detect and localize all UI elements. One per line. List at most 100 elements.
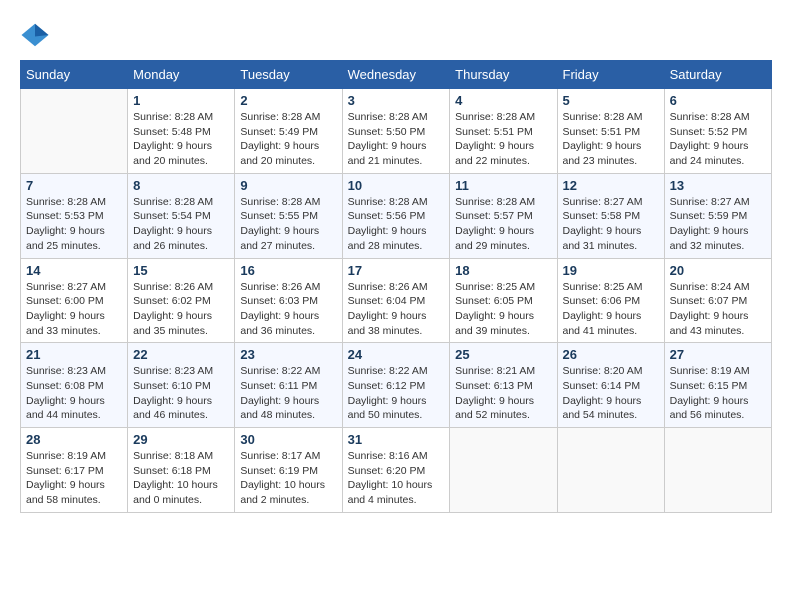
day-number: 25	[455, 347, 551, 362]
calendar-cell: 8 Sunrise: 8:28 AMSunset: 5:54 PMDaylight…	[128, 173, 235, 258]
day-number: 31	[348, 432, 445, 447]
header	[20, 20, 772, 50]
calendar-cell: 18 Sunrise: 8:25 AMSunset: 6:05 PMDayligh…	[450, 258, 557, 343]
day-info: Sunrise: 8:28 AMSunset: 5:56 PMDaylight:…	[348, 195, 445, 254]
day-number: 11	[455, 178, 551, 193]
header-cell-tuesday: Tuesday	[235, 61, 342, 89]
day-number: 16	[240, 263, 336, 278]
calendar-week-row: 21Sunrise: 8:23 AMSunset: 6:08 PMDayligh…	[21, 343, 772, 428]
day-number: 8	[133, 178, 229, 193]
header-cell-wednesday: Wednesday	[342, 61, 450, 89]
logo	[20, 20, 52, 50]
day-info: Sunrise: 8:22 AMSunset: 6:12 PMDaylight:…	[348, 364, 445, 423]
day-info: Sunrise: 8:19 AMSunset: 6:17 PMDaylight:…	[26, 449, 122, 508]
day-number: 18	[455, 263, 551, 278]
calendar-header-row: SundayMondayTuesdayWednesdayThursdayFrid…	[21, 61, 772, 89]
calendar-cell: 11 Sunrise: 8:28 AMSunset: 5:57 PMDayligh…	[450, 173, 557, 258]
day-number: 19	[563, 263, 659, 278]
day-info: Sunrise: 8:27 AMSunset: 5:59 PMDaylight:…	[670, 195, 766, 254]
day-number: 21	[26, 347, 122, 362]
day-info: Sunrise: 8:28 AMSunset: 5:57 PMDaylight:…	[455, 195, 551, 254]
day-number: 12	[563, 178, 659, 193]
day-info: Sunrise: 8:28 AMSunset: 5:53 PMDaylight:…	[26, 195, 122, 254]
logo-icon	[20, 20, 50, 50]
calendar-cell: 25Sunrise: 8:21 AMSunset: 6:13 PMDayligh…	[450, 343, 557, 428]
day-number: 30	[240, 432, 336, 447]
calendar-cell	[450, 428, 557, 513]
day-number: 27	[670, 347, 766, 362]
day-number: 7	[26, 178, 122, 193]
calendar-cell: 1 Sunrise: 8:28 AMSunset: 5:48 PMDaylight…	[128, 89, 235, 174]
calendar-cell: 24 Sunrise: 8:22 AMSunset: 6:12 PMDayligh…	[342, 343, 450, 428]
day-number: 15	[133, 263, 229, 278]
day-number: 2	[240, 93, 336, 108]
calendar-cell: 27 Sunrise: 8:19 AMSunset: 6:15 PMDayligh…	[664, 343, 771, 428]
day-info: Sunrise: 8:28 AMSunset: 5:48 PMDaylight:…	[133, 110, 229, 169]
day-number: 28	[26, 432, 122, 447]
day-number: 23	[240, 347, 336, 362]
day-number: 20	[670, 263, 766, 278]
day-number: 14	[26, 263, 122, 278]
day-number: 6	[670, 93, 766, 108]
calendar-cell: 17 Sunrise: 8:26 AMSunset: 6:04 PMDayligh…	[342, 258, 450, 343]
day-info: Sunrise: 8:18 AMSunset: 6:18 PMDaylight:…	[133, 449, 229, 508]
calendar-cell: 28 Sunrise: 8:19 AMSunset: 6:17 PMDayligh…	[21, 428, 128, 513]
day-info: Sunrise: 8:19 AMSunset: 6:15 PMDaylight:…	[670, 364, 766, 423]
day-info: Sunrise: 8:25 AMSunset: 6:05 PMDaylight:…	[455, 280, 551, 339]
day-number: 29	[133, 432, 229, 447]
day-number: 10	[348, 178, 445, 193]
calendar-cell: 23 Sunrise: 8:22 AMSunset: 6:11 PMDayligh…	[235, 343, 342, 428]
header-cell-saturday: Saturday	[664, 61, 771, 89]
calendar-week-row: 1 Sunrise: 8:28 AMSunset: 5:48 PMDaylight…	[21, 89, 772, 174]
day-info: Sunrise: 8:23 AMSunset: 6:10 PMDaylight:…	[133, 364, 229, 423]
calendar-week-row: 14 Sunrise: 8:27 AMSunset: 6:00 PMDayligh…	[21, 258, 772, 343]
day-info: Sunrise: 8:28 AMSunset: 5:51 PMDaylight:…	[563, 110, 659, 169]
day-number: 1	[133, 93, 229, 108]
day-info: Sunrise: 8:26 AMSunset: 6:02 PMDaylight:…	[133, 280, 229, 339]
calendar-cell: 16Sunrise: 8:26 AMSunset: 6:03 PMDayligh…	[235, 258, 342, 343]
day-info: Sunrise: 8:27 AMSunset: 6:00 PMDaylight:…	[26, 280, 122, 339]
calendar-cell: 19 Sunrise: 8:25 AMSunset: 6:06 PMDayligh…	[557, 258, 664, 343]
day-info: Sunrise: 8:24 AMSunset: 6:07 PMDaylight:…	[670, 280, 766, 339]
calendar-cell: 29 Sunrise: 8:18 AMSunset: 6:18 PMDayligh…	[128, 428, 235, 513]
day-number: 26	[563, 347, 659, 362]
calendar-cell: 9 Sunrise: 8:28 AMSunset: 5:55 PMDaylight…	[235, 173, 342, 258]
calendar-cell: 2 Sunrise: 8:28 AMSunset: 5:49 PMDaylight…	[235, 89, 342, 174]
day-number: 24	[348, 347, 445, 362]
day-number: 22	[133, 347, 229, 362]
calendar-cell: 20 Sunrise: 8:24 AMSunset: 6:07 PMDayligh…	[664, 258, 771, 343]
calendar-cell: 5 Sunrise: 8:28 AMSunset: 5:51 PMDaylight…	[557, 89, 664, 174]
day-info: Sunrise: 8:28 AMSunset: 5:49 PMDaylight:…	[240, 110, 336, 169]
day-number: 9	[240, 178, 336, 193]
calendar-cell: 6 Sunrise: 8:28 AMSunset: 5:52 PMDaylight…	[664, 89, 771, 174]
day-info: Sunrise: 8:28 AMSunset: 5:51 PMDaylight:…	[455, 110, 551, 169]
calendar-cell: 3 Sunrise: 8:28 AMSunset: 5:50 PMDaylight…	[342, 89, 450, 174]
day-number: 5	[563, 93, 659, 108]
day-info: Sunrise: 8:28 AMSunset: 5:54 PMDaylight:…	[133, 195, 229, 254]
header-cell-friday: Friday	[557, 61, 664, 89]
day-number: 3	[348, 93, 445, 108]
day-info: Sunrise: 8:16 AMSunset: 6:20 PMDaylight:…	[348, 449, 445, 508]
calendar-cell: 31 Sunrise: 8:16 AMSunset: 6:20 PMDayligh…	[342, 428, 450, 513]
day-info: Sunrise: 8:26 AMSunset: 6:04 PMDaylight:…	[348, 280, 445, 339]
calendar-week-row: 7 Sunrise: 8:28 AMSunset: 5:53 PMDaylight…	[21, 173, 772, 258]
calendar-cell: 12Sunrise: 8:27 AMSunset: 5:58 PMDayligh…	[557, 173, 664, 258]
day-info: Sunrise: 8:28 AMSunset: 5:52 PMDaylight:…	[670, 110, 766, 169]
calendar-cell	[664, 428, 771, 513]
calendar-cell: 14 Sunrise: 8:27 AMSunset: 6:00 PMDayligh…	[21, 258, 128, 343]
day-info: Sunrise: 8:28 AMSunset: 5:55 PMDaylight:…	[240, 195, 336, 254]
calendar-cell: 30Sunrise: 8:17 AMSunset: 6:19 PMDayligh…	[235, 428, 342, 513]
day-number: 17	[348, 263, 445, 278]
calendar-cell: 15 Sunrise: 8:26 AMSunset: 6:02 PMDayligh…	[128, 258, 235, 343]
calendar-cell: 21Sunrise: 8:23 AMSunset: 6:08 PMDayligh…	[21, 343, 128, 428]
calendar-cell: 4Sunrise: 8:28 AMSunset: 5:51 PMDaylight…	[450, 89, 557, 174]
day-info: Sunrise: 8:28 AMSunset: 5:50 PMDaylight:…	[348, 110, 445, 169]
day-info: Sunrise: 8:22 AMSunset: 6:11 PMDaylight:…	[240, 364, 336, 423]
calendar-cell: 22 Sunrise: 8:23 AMSunset: 6:10 PMDayligh…	[128, 343, 235, 428]
calendar-table: SundayMondayTuesdayWednesdayThursdayFrid…	[20, 60, 772, 513]
day-number: 13	[670, 178, 766, 193]
calendar-cell	[21, 89, 128, 174]
calendar-cell: 26Sunrise: 8:20 AMSunset: 6:14 PMDayligh…	[557, 343, 664, 428]
day-info: Sunrise: 8:25 AMSunset: 6:06 PMDaylight:…	[563, 280, 659, 339]
calendar-cell: 7 Sunrise: 8:28 AMSunset: 5:53 PMDaylight…	[21, 173, 128, 258]
